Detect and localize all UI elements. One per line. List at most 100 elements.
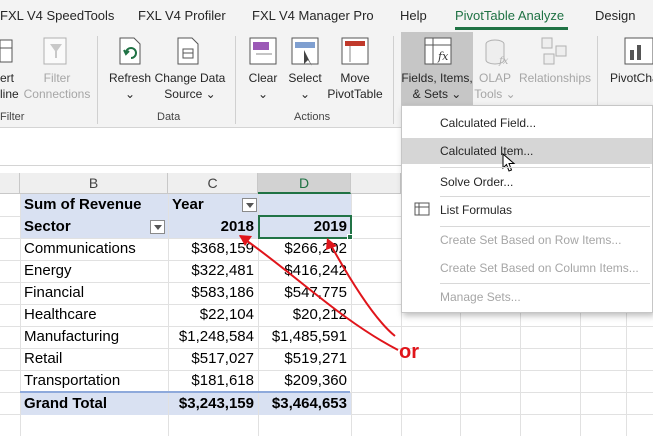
relationships-label: Relationships — [518, 71, 592, 85]
select-dropdown-caret: ⌄ — [299, 87, 311, 101]
sector-filter-dropdown-button[interactable] — [150, 220, 165, 234]
column-header-d[interactable]: D — [258, 173, 351, 194]
table-cell-2019[interactable]: $20,212 — [259, 304, 351, 326]
table-cell-2018[interactable]: $22,104 — [169, 304, 258, 326]
pivot-data-field-label[interactable]: Sum of Revenue — [21, 194, 168, 216]
svg-text:fx: fx — [498, 56, 509, 67]
relationships-icon — [541, 37, 567, 65]
refresh-label: Refresh — [108, 71, 152, 85]
move-pivottable-icon — [341, 37, 369, 65]
select-label: Select — [288, 71, 322, 85]
column-header-c[interactable]: C — [168, 173, 258, 194]
tab-fxl-profiler[interactable]: FXL V4 Profiler — [138, 8, 226, 23]
filter-connections-label: Filter — [43, 71, 71, 85]
group-separator — [393, 36, 394, 124]
table-cell-2018[interactable]: $322,481 — [169, 260, 258, 282]
refresh-button[interactable]: Refresh ⌄ — [106, 70, 154, 102]
timeline-icon — [0, 39, 13, 63]
table-cell-2019[interactable]: $519,271 — [259, 348, 351, 370]
annotation-or-label: or — [399, 341, 419, 363]
fields-items-sets-label: Fields, Items, — [401, 71, 473, 85]
olap-tools-label: OLAP — [478, 71, 511, 85]
group-label-actions: Actions — [294, 111, 331, 123]
table-cell-2019[interactable]: $416,242 — [259, 260, 351, 282]
grand-total-2018[interactable]: $3,243,159 — [169, 393, 258, 415]
table-row-sector[interactable]: Healthcare — [21, 304, 168, 326]
pivot-header-blank — [259, 194, 351, 216]
tab-fxl-speedtools[interactable]: FXL V4 SpeedTools — [0, 8, 114, 23]
table-row-sector[interactable]: Retail — [21, 348, 168, 370]
olap-tools-label-2: Tools ⌄ — [474, 87, 516, 101]
grand-total-label[interactable]: Grand Total — [21, 393, 168, 415]
group-separator — [235, 36, 236, 124]
olap-tools-button[interactable]: OLAP Tools ⌄ — [474, 70, 516, 102]
pivotchart-icon — [624, 37, 653, 65]
table-row-sector[interactable]: Transportation — [21, 370, 168, 392]
menu-item-calculated-field[interactable]: Calculated Field... — [402, 110, 652, 136]
table-row-sector[interactable]: Communications — [21, 238, 168, 260]
group-separator — [97, 36, 98, 124]
menu-item-solve-order[interactable]: Solve Order... — [402, 169, 652, 195]
table-cell-2018[interactable]: $368,159 — [169, 238, 258, 260]
table-cell-2019[interactable]: $209,360 — [259, 370, 351, 392]
insert-timeline-button[interactable]: ert line — [0, 70, 22, 102]
tab-help[interactable]: Help — [400, 8, 427, 23]
change-data-source-label: Change Data — [154, 71, 226, 85]
table-row-sector[interactable]: Manufacturing — [21, 326, 168, 348]
group-label-filter: Filter — [0, 111, 25, 123]
tab-fxl-manager-pro[interactable]: FXL V4 Manager Pro — [252, 8, 374, 23]
move-pivottable-label-2: PivotTable — [327, 87, 383, 101]
filter-connections-label-2: Connections — [23, 87, 91, 101]
insert-timeline-label: ert — [0, 71, 15, 85]
menu-item-manage-sets[interactable]: Manage Sets... — [402, 284, 652, 310]
pivot-row-field-label[interactable]: Sector — [21, 216, 168, 238]
pivot-column-item-2018[interactable]: 2018 — [169, 216, 258, 238]
insert-timeline-label-2: line — [0, 87, 19, 101]
table-cell-2019[interactable]: $547,775 — [259, 282, 351, 304]
table-cell-2018[interactable]: $181,618 — [169, 370, 258, 392]
column-header-e[interactable] — [351, 173, 401, 194]
pivotchart-button[interactable]: PivotCha — [610, 70, 653, 86]
menu-separator — [440, 167, 650, 168]
table-row-sector[interactable]: Energy — [21, 260, 168, 282]
clear-label: Clear — [248, 71, 278, 85]
fields-items-sets-icon: fx — [424, 37, 452, 65]
tab-pivottable-analyze[interactable]: PivotTable Analyze — [455, 8, 564, 23]
fill-handle[interactable] — [347, 234, 353, 240]
tab-design[interactable]: Design — [595, 8, 635, 23]
relationships-button[interactable]: Relationships — [515, 70, 595, 86]
year-filter-dropdown-button[interactable] — [242, 198, 257, 212]
filter-connections-icon — [43, 37, 67, 65]
table-cell-2019[interactable]: $266,202 — [259, 238, 351, 260]
ribbon-tabs: FXL V4 SpeedTools FXL V4 Profiler FXL V4… — [0, 0, 653, 30]
filter-connections-button[interactable]: Filter Connections — [22, 70, 92, 102]
fields-items-sets-button[interactable]: Fields, Items, & Sets ⌄ — [399, 70, 475, 102]
move-pivottable-label: Move — [340, 71, 370, 85]
change-data-source-label-2: Source ⌄ — [164, 87, 216, 101]
select-all-corner[interactable] — [0, 173, 20, 194]
change-data-source-button[interactable]: Change Data Source ⌄ — [154, 70, 226, 102]
olap-tools-icon: fx — [485, 39, 509, 67]
svg-text:fx: fx — [437, 50, 449, 63]
fields-items-sets-menu: Calculated Field... Calculated Item... S… — [401, 105, 653, 313]
table-cell-2018[interactable]: $1,248,584 — [169, 326, 258, 348]
menu-item-list-formulas[interactable]: List Formulas — [402, 197, 652, 223]
menu-item-create-set-column[interactable]: Create Set Based on Column Items... — [402, 255, 652, 281]
menu-item-create-set-row[interactable]: Create Set Based on Row Items... — [402, 227, 652, 253]
clear-button[interactable]: Clear ⌄ — [240, 70, 286, 102]
table-cell-2018[interactable]: $583,186 — [169, 282, 258, 304]
menu-item-calculated-item[interactable]: Calculated Item... — [402, 138, 652, 164]
grand-total-border — [20, 391, 350, 393]
clear-dropdown-caret: ⌄ — [257, 87, 269, 101]
column-header-b[interactable]: B — [20, 173, 168, 194]
move-pivottable-button[interactable]: Move PivotTable — [326, 70, 384, 102]
change-data-source-icon — [177, 37, 199, 65]
select-button[interactable]: Select ⌄ — [284, 70, 326, 102]
table-cell-2018[interactable]: $517,027 — [169, 348, 258, 370]
pivotchart-label: PivotCha — [610, 71, 653, 85]
table-row-sector[interactable]: Financial — [21, 282, 168, 304]
table-cell-2019[interactable]: $1,485,591 — [259, 326, 351, 348]
grand-total-2019[interactable]: $3,464,653 — [259, 393, 351, 415]
refresh-icon — [119, 37, 141, 65]
group-label-data: Data — [157, 111, 181, 123]
